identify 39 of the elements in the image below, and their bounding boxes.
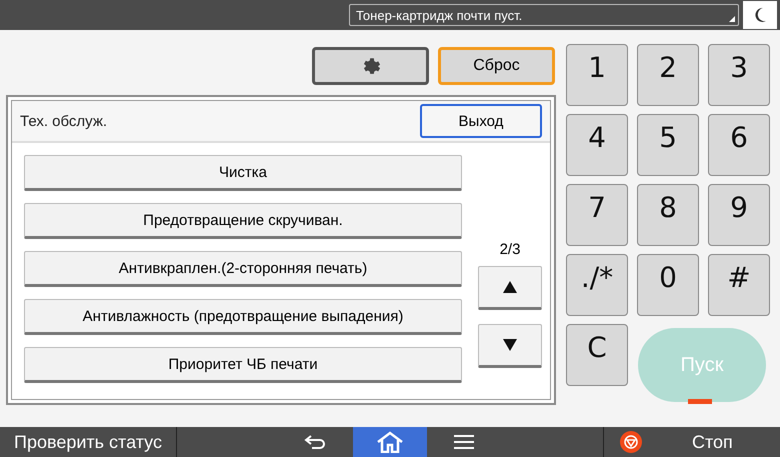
keypad-key[interactable]: C [566, 324, 628, 386]
exit-button[interactable]: Выход [420, 104, 542, 138]
page-indicator: 2/3 [500, 241, 520, 258]
keypad-key[interactable]: 0 [637, 254, 699, 316]
keypad-key[interactable]: 8 [637, 184, 699, 246]
keypad-key[interactable]: 1 [566, 44, 628, 106]
keypad-key[interactable]: 2 [637, 44, 699, 106]
energy-saver-button[interactable] [743, 1, 777, 29]
up-triangle-icon [503, 281, 517, 293]
stop-button[interactable]: Стоп [603, 427, 780, 457]
settings-button[interactable] [312, 47, 429, 85]
keypad-key[interactable]: 9 [708, 184, 770, 246]
reset-button[interactable]: Сброс [438, 47, 555, 85]
page-down-button[interactable] [478, 324, 542, 368]
keypad-key[interactable]: ./* [566, 254, 628, 316]
keypad-key[interactable]: 4 [566, 114, 628, 176]
keypad-key[interactable]: 7 [566, 184, 628, 246]
menu-option-button[interactable]: Антивлажность (предотвращение выпадения) [24, 299, 462, 335]
menu-icon [454, 434, 474, 450]
back-arrow-icon [304, 434, 328, 450]
check-status-button[interactable]: Проверить статус [0, 427, 177, 457]
start-indicator-light [688, 399, 712, 404]
keypad-key[interactable]: 6 [708, 114, 770, 176]
moon-icon [753, 7, 767, 23]
expand-corner-icon [729, 16, 735, 22]
panel-title: Тех. обслуж. [20, 112, 108, 130]
home-icon [376, 431, 404, 453]
page-up-button[interactable] [478, 266, 542, 310]
menu-option-button[interactable]: Антивкраплен.(2-сторонняя печать) [24, 251, 462, 287]
menu-option-button[interactable]: Чистка [24, 155, 462, 191]
nav-button[interactable] [353, 427, 427, 457]
menu-option-button[interactable]: Предотвращение скручиван. [24, 203, 462, 239]
keypad-key[interactable]: 3 [708, 44, 770, 106]
keypad-key[interactable]: # [708, 254, 770, 316]
menu-option-button[interactable]: Приоритет ЧБ печати [24, 347, 462, 383]
stop-icon [620, 431, 642, 453]
keypad-key[interactable]: 5 [637, 114, 699, 176]
status-message[interactable]: Тонер-картридж почти пуст. [349, 4, 739, 26]
down-triangle-icon [503, 339, 517, 351]
